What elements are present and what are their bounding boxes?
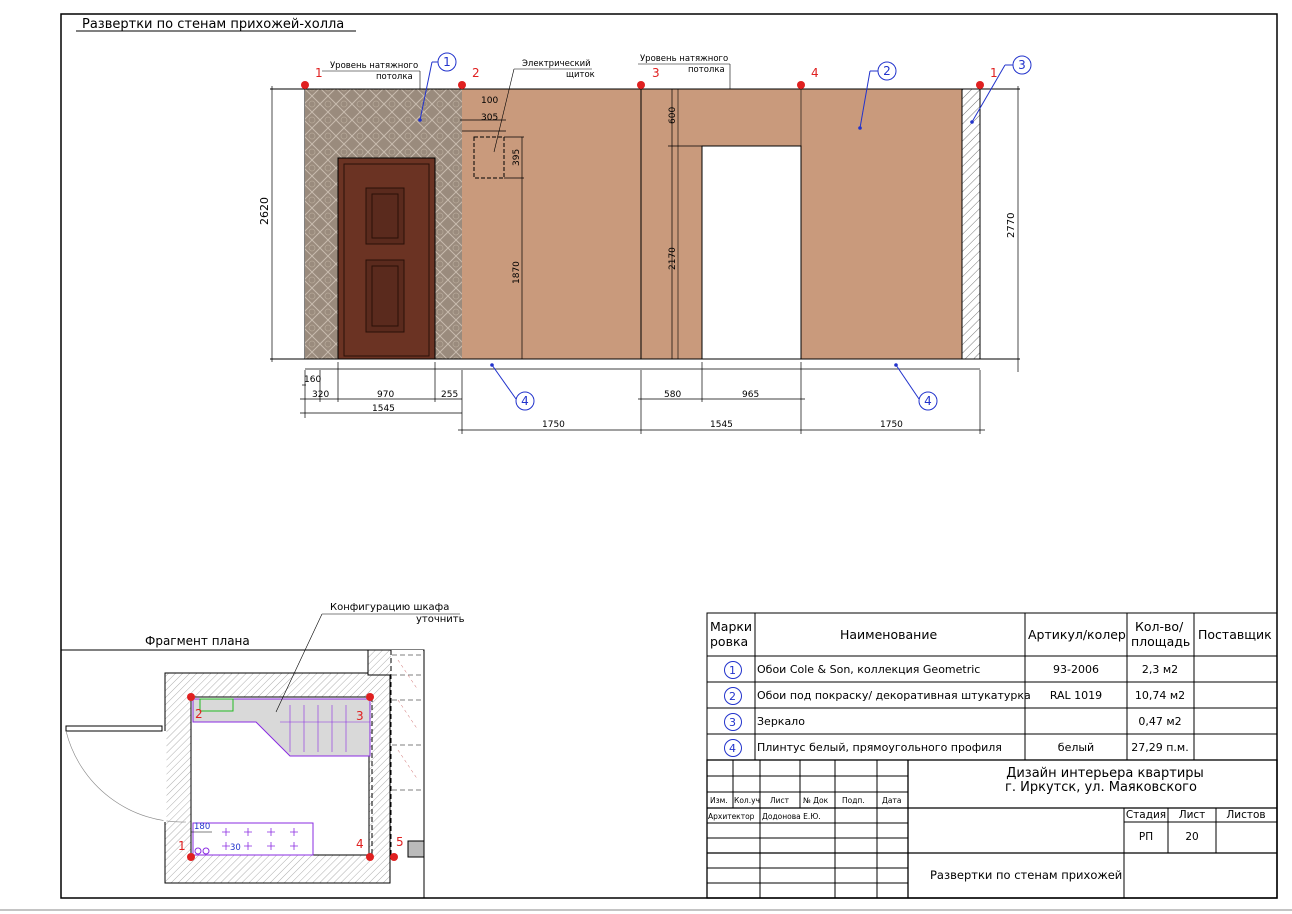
svg-text:Электрический: Электрический	[522, 59, 591, 69]
spec-header-qty: Кол-во/	[1135, 619, 1184, 634]
spec-name: Зеркало	[757, 715, 805, 728]
svg-text:965: 965	[742, 390, 759, 400]
spec-rows: 1 Обои Cole & Son, коллекция Geometric 9…	[729, 663, 1189, 755]
ceiling-callout-1: Уровень натяжного потолка	[322, 61, 421, 89]
spec-header-name: Наименование	[840, 627, 937, 642]
entrance-door	[337, 157, 436, 360]
spec-code: RAL 1019	[1050, 689, 1102, 702]
svg-text:160: 160	[304, 375, 321, 385]
svg-text:ровка: ровка	[710, 634, 748, 649]
spec-qty: 2,3 м2	[1142, 663, 1178, 676]
spec-header-supplier: Поставщик	[1198, 627, 1272, 642]
svg-text:Листов: Листов	[1226, 809, 1265, 821]
svg-text:Конфигурацию шкафа: Конфигурацию шкафа	[330, 602, 449, 613]
svg-text:600: 600	[668, 107, 678, 124]
svg-text:970: 970	[377, 390, 394, 400]
svg-text:щиток: щиток	[566, 70, 595, 80]
corner-marker	[797, 81, 805, 89]
svg-text:Изм.: Изм.	[710, 796, 728, 805]
svg-text:1870: 1870	[512, 261, 522, 284]
spec-mark: 2	[729, 690, 736, 703]
svg-text:Уровень натяжного: Уровень натяжного	[330, 61, 418, 71]
spec-code: 93-2006	[1053, 663, 1099, 676]
svg-text:1: 1	[990, 66, 998, 80]
svg-text:180: 180	[194, 822, 210, 832]
svg-text:4: 4	[356, 837, 364, 851]
svg-text:Лист: Лист	[1179, 809, 1206, 821]
svg-text:уточнить: уточнить	[416, 614, 465, 625]
svg-text:4: 4	[811, 66, 819, 80]
doorway-opening	[701, 145, 802, 360]
svg-text:3: 3	[356, 709, 364, 723]
svg-text:30: 30	[230, 843, 241, 853]
svg-text:1545: 1545	[710, 420, 733, 430]
wall-elevation	[270, 88, 1020, 370]
svg-text:Лист: Лист	[770, 796, 790, 805]
spec-header-code: Артикул/колер	[1028, 627, 1126, 642]
svg-text:1545: 1545	[372, 404, 395, 414]
svg-text:потолка: потолка	[376, 72, 413, 82]
svg-text:2: 2	[472, 66, 480, 80]
spec-qty: 27,29 п.м.	[1131, 741, 1188, 754]
stage-value: РП	[1139, 831, 1153, 843]
plan-title: Фрагмент плана	[145, 634, 250, 648]
spec-mark: 4	[729, 742, 736, 755]
svg-text:100: 100	[481, 96, 498, 106]
svg-text:1750: 1750	[542, 420, 565, 430]
svg-text:580: 580	[664, 390, 681, 400]
stamp-person: Додонова Е.Ю.	[762, 812, 821, 821]
bench	[192, 822, 314, 856]
svg-text:1750: 1750	[880, 420, 903, 430]
svg-text:3: 3	[1018, 58, 1026, 72]
svg-text:1: 1	[443, 55, 451, 69]
svg-text:площадь: площадь	[1131, 634, 1190, 649]
svg-text:№ Док: № Док	[803, 796, 829, 805]
svg-text:3: 3	[652, 66, 660, 80]
project-title: Дизайн интерьера квартиры	[1006, 766, 1204, 781]
svg-text:Стадия: Стадия	[1126, 809, 1166, 821]
svg-text:Дата: Дата	[882, 796, 901, 805]
spec-code: белый	[1058, 741, 1094, 754]
svg-text:потолка: потолка	[688, 65, 725, 75]
stamp-role: Архитектор	[708, 812, 755, 821]
spec-qty: 10,74 м2	[1135, 689, 1185, 702]
svg-text:2: 2	[883, 64, 891, 78]
spec-table	[706, 612, 1278, 761]
svg-text:2170: 2170	[668, 247, 678, 270]
spec-mark: 1	[729, 664, 736, 677]
svg-text:305: 305	[481, 113, 498, 123]
svg-text:4: 4	[521, 394, 529, 408]
corner-marker	[976, 81, 984, 89]
spec-name: Обои Cole & Son, коллекция Geometric	[757, 663, 980, 676]
svg-text:Кол.уч: Кол.уч	[734, 796, 760, 805]
sheet-title: Развертки по стенам прихожей-холла	[82, 17, 344, 32]
svg-text:2620: 2620	[258, 197, 271, 225]
svg-text:255: 255	[441, 390, 458, 400]
svg-text:320: 320	[312, 390, 329, 400]
svg-text:395: 395	[512, 149, 522, 166]
corner-marker	[637, 81, 645, 89]
spec-name: Плинтус белый, прямоугольного профиля	[757, 741, 1002, 754]
sheet-number: 20	[1185, 831, 1198, 843]
spec-name: Обои под покраску/ декоративная штукатур…	[757, 689, 1031, 702]
svg-text:5: 5	[396, 835, 404, 849]
svg-text:4: 4	[924, 394, 932, 408]
corner-marker	[301, 81, 309, 89]
svg-text:1: 1	[315, 66, 323, 80]
svg-text:Уровень натяжного: Уровень натяжного	[640, 54, 728, 64]
svg-text:Подп.: Подп.	[842, 796, 865, 805]
svg-text:2: 2	[195, 707, 203, 721]
project-address: г. Иркутск, ул. Маяковского	[1005, 780, 1197, 795]
drawing-name: Развертки по стенам прихожей	[930, 868, 1122, 882]
spec-mark: 3	[729, 716, 736, 729]
spec-qty: 0,47 м2	[1138, 715, 1181, 728]
svg-text:2770: 2770	[1006, 213, 1017, 238]
svg-text:1: 1	[178, 839, 186, 853]
drawing-sheet: Развертки по стенам прихожей-холла Урове…	[0, 13, 1292, 911]
corner-markers	[301, 81, 984, 89]
spec-header-mark: Марки	[710, 619, 752, 634]
corner-marker	[458, 81, 466, 89]
mirror-panel	[961, 88, 981, 360]
